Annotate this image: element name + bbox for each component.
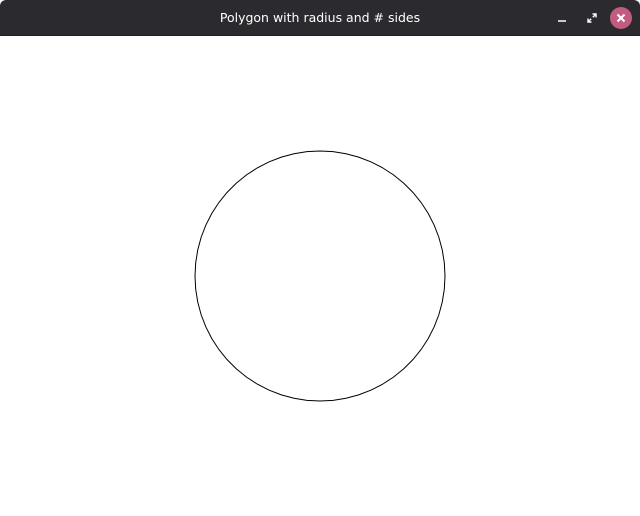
minimize-icon bbox=[557, 13, 567, 23]
minimize-button[interactable] bbox=[551, 7, 573, 29]
maximize-icon bbox=[587, 13, 597, 23]
window-title: Polygon with radius and # sides bbox=[219, 10, 421, 25]
close-icon bbox=[616, 13, 626, 23]
polygon-shape bbox=[194, 150, 446, 402]
canvas-svg bbox=[194, 150, 446, 402]
close-button[interactable] bbox=[610, 7, 632, 29]
maximize-button[interactable] bbox=[581, 7, 603, 29]
app-window: Polygon with radius and # sides bbox=[0, 0, 640, 516]
title-bar[interactable]: Polygon with radius and # sides bbox=[0, 0, 640, 36]
drawing-canvas bbox=[0, 36, 640, 516]
